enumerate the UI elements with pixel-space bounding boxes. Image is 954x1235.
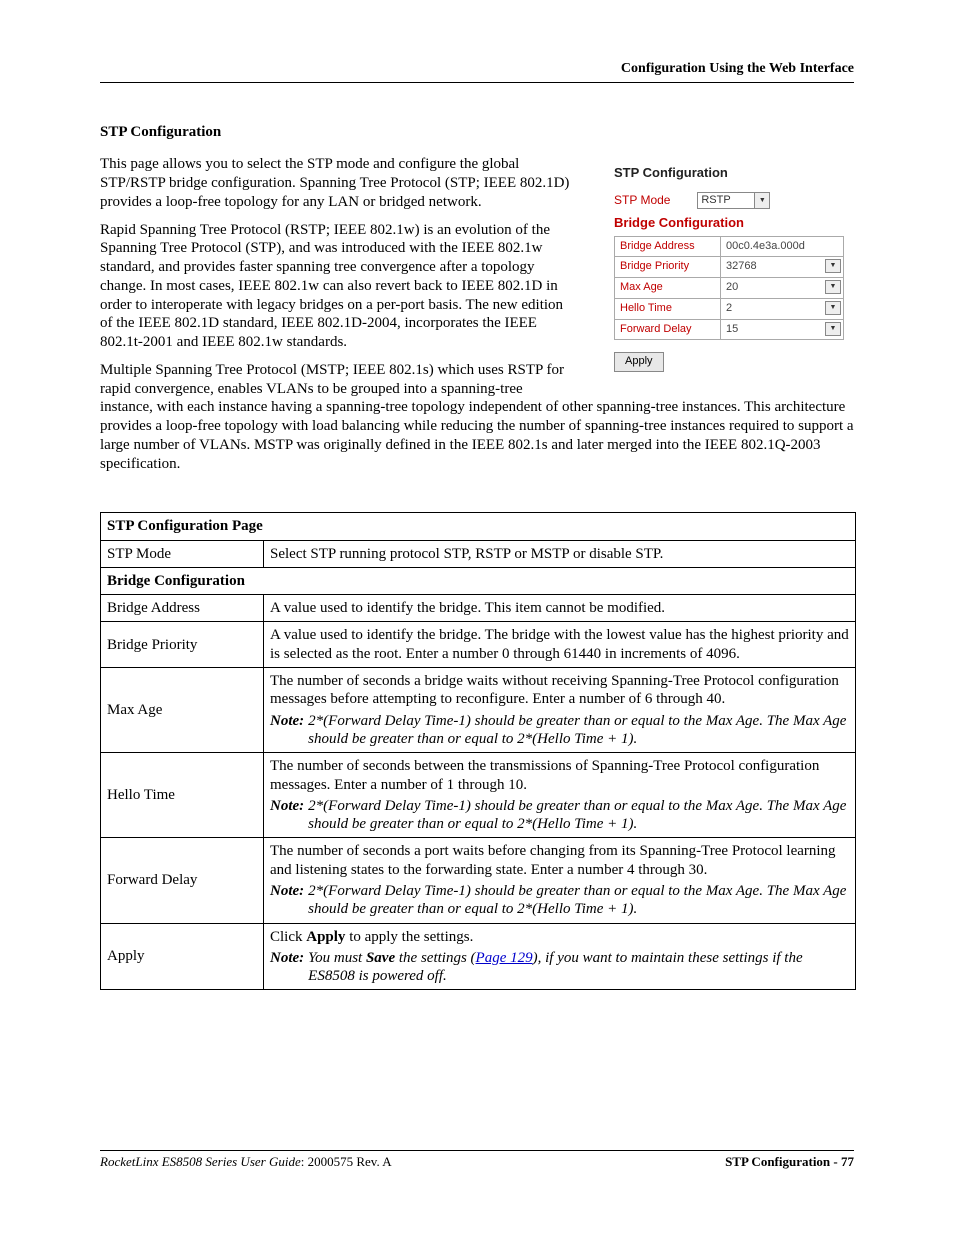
note-label: Note: [270, 712, 308, 749]
row-desc: The number of seconds a bridge waits wit… [264, 668, 856, 753]
row-label: Apply [101, 923, 264, 990]
row-desc: A value used to identify the bridge. Thi… [264, 595, 856, 622]
page-footer: RocketLinx ES8508 Series User Guide: 200… [100, 1150, 854, 1170]
forward-delay-input[interactable]: 15▼ [721, 319, 844, 340]
hello-time-label: Hello Time [615, 298, 721, 319]
note-text: 2*(Forward Delay Time-1) should be great… [308, 797, 849, 834]
chevron-down-icon[interactable]: ▼ [825, 301, 841, 315]
row-desc: The number of seconds between the transm… [264, 753, 856, 838]
footer-left: RocketLinx ES8508 Series User Guide: 200… [100, 1154, 392, 1170]
row-desc: Select STP running protocol STP, RSTP or… [264, 540, 856, 567]
chevron-down-icon[interactable]: ▼ [825, 280, 841, 294]
row-desc: The number of seconds a port waits befor… [264, 838, 856, 923]
chevron-down-icon[interactable]: ▼ [754, 192, 770, 209]
subsection-header: Bridge Configuration [101, 567, 856, 594]
row-label: STP Mode [101, 540, 264, 567]
max-age-label: Max Age [615, 278, 721, 299]
row-desc: Click Apply to apply the settings. Note:… [264, 923, 856, 990]
row-desc: A value used to identify the bridge. The… [264, 622, 856, 668]
stp-config-page-table: STP Configuration Page STP Mode Select S… [100, 512, 856, 990]
apply-button[interactable]: Apply [614, 352, 664, 372]
note-text: 2*(Forward Delay Time-1) should be great… [308, 712, 849, 749]
row-label: Bridge Priority [101, 622, 264, 668]
max-age-input[interactable]: 20▼ [721, 278, 844, 299]
row-label: Bridge Address [101, 595, 264, 622]
hello-time-input[interactable]: 2▼ [721, 298, 844, 319]
chevron-down-icon[interactable]: ▼ [825, 259, 841, 273]
section-title: STP Configuration [100, 123, 854, 142]
stp-mode-select[interactable]: RSTP [697, 192, 755, 210]
note-label: Note: [270, 949, 308, 986]
row-label: Hello Time [101, 753, 264, 838]
bridge-config-table: Bridge Address 00c0.4e3a.000d Bridge Pri… [614, 236, 844, 341]
bridge-address-value: 00c0.4e3a.000d [721, 236, 844, 257]
bridge-address-label: Bridge Address [615, 236, 721, 257]
footer-right: STP Configuration - 77 [725, 1154, 854, 1170]
note-label: Note: [270, 797, 308, 834]
forward-delay-label: Forward Delay [615, 319, 721, 340]
row-label: Forward Delay [101, 838, 264, 923]
page-link[interactable]: Page 129 [476, 950, 533, 966]
running-header: Configuration Using the Web Interface [100, 60, 854, 82]
table-caption: STP Configuration Page [101, 513, 856, 540]
stp-mode-label: STP Mode [614, 193, 694, 208]
bridge-config-header: Bridge Configuration [614, 215, 854, 231]
header-rule [100, 82, 854, 83]
bridge-priority-input[interactable]: 32768▼ [721, 257, 844, 278]
figure-title: STP Configuration [614, 165, 854, 181]
note-text: 2*(Forward Delay Time-1) should be great… [308, 882, 849, 919]
stp-config-figure: STP Configuration STP Mode RSTP▼ Bridge … [604, 155, 854, 382]
note-label: Note: [270, 882, 308, 919]
bridge-priority-label: Bridge Priority [615, 257, 721, 278]
row-label: Max Age [101, 668, 264, 753]
note-text: You must Save the settings (Page 129), i… [308, 949, 849, 986]
chevron-down-icon[interactable]: ▼ [825, 322, 841, 336]
